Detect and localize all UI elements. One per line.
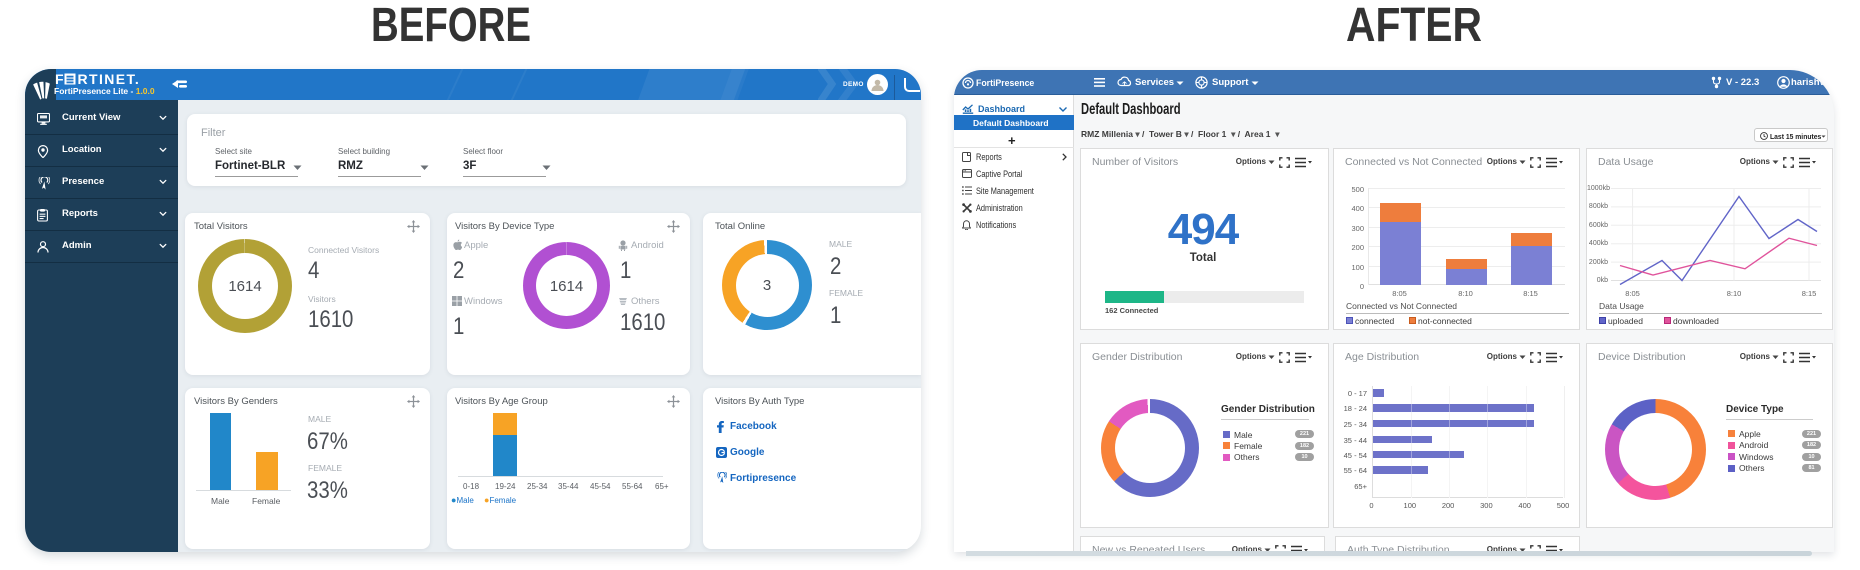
svg-text:RTINET.: RTINET. xyxy=(78,72,141,86)
